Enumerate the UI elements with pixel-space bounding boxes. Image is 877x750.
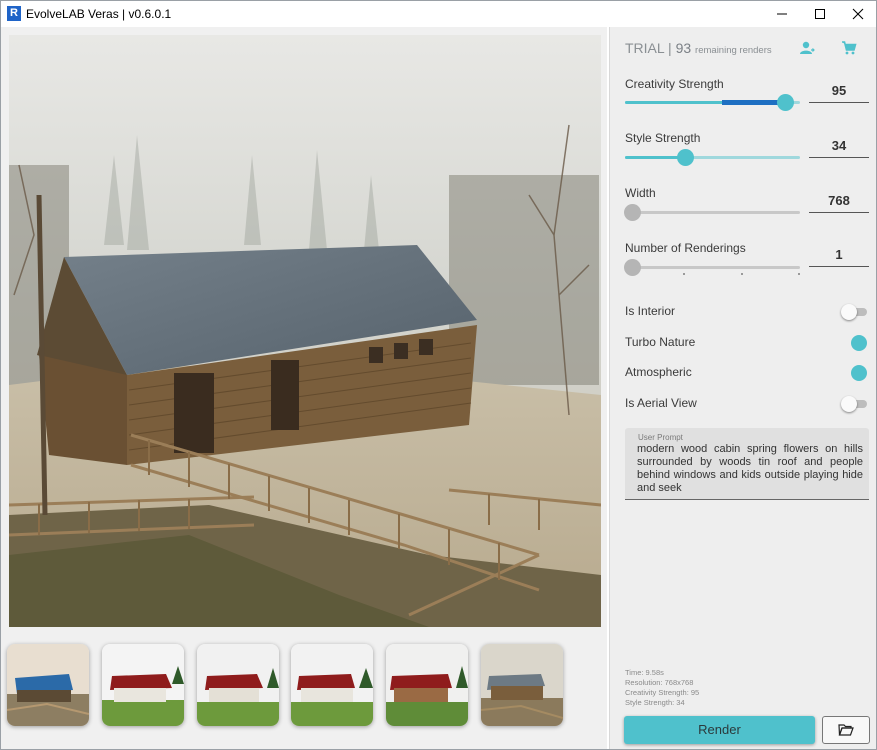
trial-status: TRIAL | 93 remaining renders — [625, 40, 772, 56]
thumbnail-1-picture — [7, 644, 89, 726]
thumbnail-3[interactable] — [197, 644, 279, 726]
is-interior-label: Is Interior — [625, 304, 676, 318]
renderings-tick — [683, 273, 685, 275]
thumbnail-5[interactable] — [386, 644, 468, 726]
width-handle[interactable] — [624, 204, 641, 221]
thumbnail-3-picture — [197, 644, 279, 726]
folder-open-icon — [838, 724, 854, 736]
account-button[interactable] — [799, 40, 815, 56]
renderings-slider[interactable] — [624, 259, 800, 276]
thumbnail-4-picture — [291, 644, 373, 726]
maximize-icon — [815, 9, 825, 19]
user-prompt-field[interactable]: User Prompt modern wood cabin spring flo… — [625, 428, 869, 500]
renderings-value[interactable]: 1 — [809, 246, 869, 267]
maximize-button[interactable] — [801, 1, 839, 27]
user-prompt-label: User Prompt — [638, 433, 683, 442]
thumbnail-6[interactable] — [481, 644, 563, 726]
close-button[interactable] — [839, 1, 877, 27]
width-slider[interactable] — [624, 204, 800, 221]
renderings-tick — [741, 273, 743, 275]
style-strength-slider[interactable] — [625, 149, 800, 166]
style-strength-label: Style Strength — [625, 131, 701, 145]
title-bar: R EvolveLAB Veras | v0.6.0.1 — [1, 1, 876, 27]
thumbnail-2-picture — [102, 644, 184, 726]
minimize-icon — [777, 13, 787, 15]
width-value[interactable]: 768 — [809, 192, 869, 213]
thumbnail-2[interactable] — [102, 644, 184, 726]
thumbnail-strip — [7, 644, 567, 728]
remaining-label: remaining renders — [695, 45, 772, 56]
thumbnail-6-picture — [481, 644, 563, 726]
account-switch-icon — [800, 41, 815, 54]
atmospheric-toggle[interactable] — [841, 365, 867, 381]
renderings-handle[interactable] — [624, 259, 641, 276]
thumbnail-1[interactable] — [7, 644, 89, 726]
stat-time: Time: 9.58s — [625, 668, 664, 677]
remaining-count: 93 — [675, 40, 692, 56]
turbo-nature-toggle[interactable] — [841, 335, 867, 351]
cabin-render-picture — [9, 35, 601, 627]
style-strength-handle[interactable] — [677, 149, 694, 166]
is-interior-toggle[interactable] — [841, 304, 867, 320]
app-logo-icon: R — [7, 6, 21, 21]
toggle-knob — [851, 365, 867, 381]
renderings-tick — [798, 273, 800, 275]
renderings-label: Number of Renderings — [625, 241, 746, 255]
thumbnail-4[interactable] — [291, 644, 373, 726]
trial-label: TRIAL | — [625, 40, 672, 56]
user-prompt-text[interactable]: modern wood cabin spring flowers on hill… — [637, 443, 863, 495]
style-strength-value[interactable]: 34 — [809, 137, 869, 158]
is-aerial-view-toggle[interactable] — [841, 396, 867, 412]
creativity-strength-label: Creativity Strength — [625, 77, 724, 91]
toggle-knob — [841, 396, 857, 412]
cart-button[interactable] — [841, 40, 857, 56]
atmospheric-label: Atmospheric — [625, 365, 692, 379]
creativity-strength-value[interactable]: 95 — [809, 82, 869, 103]
stat-creativity: Creativity Strength: 95 — [625, 688, 700, 697]
shopping-cart-icon — [842, 41, 857, 55]
creativity-strength-slider[interactable] — [625, 94, 800, 111]
width-label: Width — [625, 186, 656, 200]
render-preview-area — [1, 27, 607, 749]
window-title: EvolveLAB Veras | v0.6.0.1 — [26, 7, 172, 21]
render-stats: Time: 9.58s Resolution: 768x768 Creativi… — [625, 668, 699, 708]
is-aerial-view-label: Is Aerial View — [625, 396, 697, 410]
stat-style: Style Strength: 34 — [625, 698, 685, 707]
thumbnail-5-picture — [386, 644, 468, 726]
app-window: R EvolveLAB Veras | v0.6.0.1 TRIAL | 93 … — [0, 0, 877, 750]
settings-panel: TRIAL | 93 remaining renders Creativity … — [609, 27, 876, 749]
turbo-nature-label: Turbo Nature — [625, 335, 696, 349]
toggle-knob — [851, 335, 867, 351]
render-button[interactable]: Render — [624, 716, 815, 744]
stat-resolution: Resolution: 768x768 — [625, 678, 694, 687]
toggle-knob — [841, 304, 857, 320]
close-icon — [852, 8, 864, 20]
creativity-strength-handle[interactable] — [777, 94, 794, 111]
main-render-image — [9, 35, 601, 627]
open-folder-button[interactable] — [822, 716, 870, 744]
minimize-button[interactable] — [763, 1, 801, 27]
